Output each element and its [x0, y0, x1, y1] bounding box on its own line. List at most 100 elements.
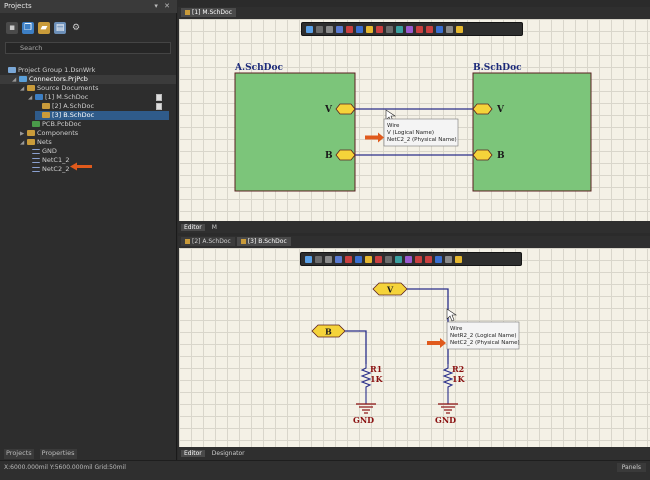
r2-value: 1K — [452, 374, 466, 384]
top-editor-bottom-tabs: Editor M — [178, 222, 650, 233]
gnd-symbol-2[interactable] — [438, 403, 458, 414]
sheet-symbol-b[interactable] — [472, 72, 592, 192]
tree-item-pcb[interactable]: PCB.PcbDoc — [0, 120, 176, 129]
bus-icon[interactable] — [355, 255, 362, 263]
wire-tool-icon[interactable] — [345, 255, 352, 263]
folder-icon — [27, 130, 35, 136]
tree-label: GND — [42, 147, 57, 155]
tab-properties[interactable]: Properties — [39, 449, 77, 459]
tree-item-components[interactable]: ▶ Components — [0, 129, 176, 138]
tab-projects[interactable]: Projects — [4, 449, 34, 459]
port-icon[interactable] — [406, 25, 413, 33]
part-icon[interactable] — [385, 255, 392, 263]
sheet-entry-b-b[interactable] — [472, 149, 493, 161]
project-icon[interactable]: ▤ — [54, 22, 66, 34]
tree-label: PCB.PcbDoc — [42, 120, 82, 128]
tree-item-a-schdoc[interactable]: [2] A.SchDoc — [0, 102, 176, 111]
gear-icon[interactable]: ⚙ — [70, 22, 82, 34]
filter-icon[interactable] — [305, 255, 312, 263]
tree-item-net-gnd[interactable]: GND — [0, 147, 176, 156]
tooltip-physical-name: NetC2_2 (Physical Name) — [387, 137, 457, 143]
wire-b[interactable] — [345, 330, 367, 364]
status-bar: X:6000.000mil Y:5600.000mil Grid:50mil — [0, 460, 650, 480]
sheet-symbol-icon[interactable] — [396, 25, 403, 33]
shapes-icon[interactable] — [445, 255, 452, 263]
net-label-icon[interactable] — [366, 25, 373, 33]
open-folder-icon[interactable]: ▰ — [38, 22, 50, 34]
part-icon[interactable] — [386, 25, 393, 33]
save-icon[interactable]: ▪ — [6, 22, 18, 34]
status-coordinates: X:6000.000mil Y:5600.000mil Grid:50mil — [4, 464, 126, 471]
pin-label-a-v: V — [324, 105, 333, 115]
net-icon — [32, 148, 40, 154]
top-schematic-drawing: A.SchDoc B.SchDoc V B V B Wire V (Logica… — [234, 63, 592, 192]
r1-designator: R1 — [370, 364, 382, 374]
sheet-entry-a-v[interactable] — [335, 103, 356, 115]
bottom-schematic-canvas[interactable]: V B R1 1K R2 1K GND GND Wire NetR2_2 (Lo… — [179, 248, 650, 447]
net-icon — [32, 166, 40, 172]
tab-label: [1] M.SchDoc — [192, 9, 232, 16]
tree-item-b-schdoc[interactable]: [3] B.SchDoc — [35, 111, 169, 120]
projects-panel-title: Projects — [0, 0, 177, 13]
tab-b-schdoc[interactable]: [3] B.SchDoc — [236, 237, 291, 246]
tree-label: [1] M.SchDoc — [45, 93, 89, 101]
move-icon[interactable] — [315, 255, 322, 263]
project-icon — [19, 76, 27, 82]
sheet-symbol-icon[interactable] — [395, 255, 402, 263]
bottom-editor: [2] A.SchDoc [3] B.SchDoc V B R1 1K R2 1… — [178, 236, 650, 460]
tab-editor[interactable]: Editor — [181, 450, 205, 457]
tree-item-workspace[interactable]: Project Group 1.DsnWrk — [0, 66, 176, 75]
power-port-icon[interactable] — [376, 25, 383, 33]
tree-label: Components — [37, 129, 79, 137]
port-icon[interactable] — [405, 255, 412, 263]
shapes-icon[interactable] — [446, 25, 453, 33]
tab-editor[interactable]: Editor — [181, 224, 205, 231]
align-icon[interactable] — [336, 25, 343, 33]
top-schematic-canvas[interactable]: A.SchDoc B.SchDoc V B V B Wire V (Logica… — [179, 19, 650, 221]
search-input[interactable]: Search — [5, 42, 171, 54]
workspace-icon — [8, 67, 16, 73]
panels-button[interactable]: Panels — [616, 463, 646, 472]
top-editor-tabbar: [1] M.SchDoc — [178, 7, 650, 18]
wire-tooltip: Wire V (Logical Name) NetC2_2 (Physical … — [383, 118, 459, 147]
text-icon[interactable] — [435, 255, 442, 263]
pin-label-a-b: B — [325, 151, 333, 161]
text-icon[interactable] — [436, 25, 443, 33]
harness-icon[interactable] — [456, 25, 463, 33]
harness-icon[interactable] — [455, 255, 462, 263]
align-icon[interactable] — [335, 255, 342, 263]
wire-v[interactable] — [407, 288, 449, 364]
tree-item-source-documents[interactable]: ◢ Source Documents — [0, 84, 176, 93]
select-icon[interactable] — [326, 25, 333, 33]
tree-item-m-schdoc[interactable]: ◢ [1] M.SchDoc — [0, 93, 176, 102]
power-port-icon[interactable] — [375, 255, 382, 263]
filter-icon[interactable] — [306, 25, 313, 33]
top-editor: [1] M.SchDoc A.SchDoc B.SchDoc V B V B W… — [178, 7, 650, 233]
tab-designator[interactable]: Designator — [209, 450, 248, 457]
directive-icon[interactable] — [415, 255, 422, 263]
sheet-entry-a-b[interactable] — [335, 149, 356, 161]
resistor-r1[interactable] — [360, 364, 372, 404]
directive-icon[interactable] — [416, 25, 423, 33]
gnd-symbol-1[interactable] — [356, 403, 376, 414]
tab-a-schdoc[interactable]: [2] A.SchDoc — [181, 237, 235, 246]
bus-icon[interactable] — [356, 25, 363, 33]
select-icon[interactable] — [325, 255, 332, 263]
no-erc-icon[interactable] — [426, 25, 433, 33]
no-erc-icon[interactable] — [425, 255, 432, 263]
bottom-editor-bottom-tabs: Editor Designator — [178, 448, 650, 459]
sheet-entry-b-v[interactable] — [472, 103, 493, 115]
tree-item-nets[interactable]: ◢ Nets — [0, 138, 176, 147]
resistor-r2[interactable] — [442, 364, 454, 404]
move-icon[interactable] — [316, 25, 323, 33]
tree-item-project[interactable]: ◢ Connectors.PrjPcb — [0, 75, 176, 84]
tab-m[interactable]: M — [209, 224, 220, 231]
panel-controls[interactable]: ▾ ✕ — [154, 0, 172, 13]
tooltip-type: Wire — [387, 123, 400, 129]
net-label-icon[interactable] — [365, 255, 372, 263]
tab-m-schdoc[interactable]: [1] M.SchDoc — [181, 8, 236, 17]
sheet-symbol-a[interactable] — [234, 72, 356, 192]
wire-tool-icon[interactable] — [346, 25, 353, 33]
copy-icon[interactable]: ❐ — [22, 22, 34, 34]
tree-label: [2] A.SchDoc — [52, 102, 95, 110]
